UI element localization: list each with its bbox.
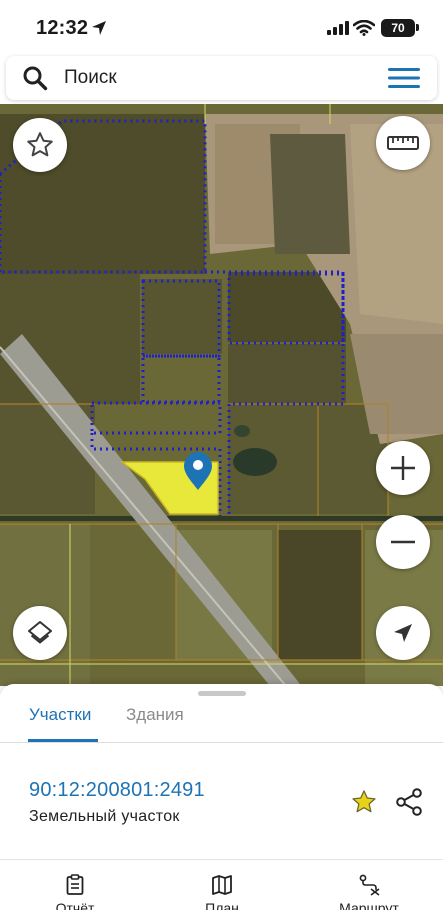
favorites-button[interactable] xyxy=(13,118,67,172)
battery-indicator: 70 xyxy=(381,19,415,37)
layers-button[interactable] xyxy=(13,606,67,660)
star-outline-icon xyxy=(27,132,53,157)
ruler-button[interactable] xyxy=(376,116,430,170)
my-location-button[interactable] xyxy=(376,606,430,660)
zoom-out-button[interactable] xyxy=(376,515,430,569)
tabs-divider xyxy=(0,742,443,743)
minus-icon xyxy=(391,540,415,544)
tab-buildings[interactable]: Здания xyxy=(126,705,184,725)
search-input[interactable] xyxy=(64,65,364,91)
satellite-map[interactable] xyxy=(0,104,443,686)
status-bar: 12:32 70 xyxy=(0,0,443,56)
zoom-in-button[interactable] xyxy=(376,441,430,495)
route-icon xyxy=(359,874,380,896)
search-icon[interactable] xyxy=(22,65,48,91)
status-time: 12:32 xyxy=(36,17,89,39)
nav-report[interactable]: Отчёт xyxy=(44,874,106,910)
wifi-icon xyxy=(353,20,375,36)
parcel-type-label: Земельный участок xyxy=(29,808,180,825)
layers-icon xyxy=(28,621,52,644)
nav-report-label: Отчёт xyxy=(55,900,95,910)
hamburger-menu-icon[interactable] xyxy=(388,66,420,90)
nav-route[interactable]: Маршрут xyxy=(328,874,410,910)
cellular-signal-icon xyxy=(327,21,349,35)
sheet-drag-handle[interactable] xyxy=(198,691,246,696)
parcel-cadastral-number[interactable]: 90:12:200801:2491 xyxy=(29,779,205,802)
nav-plan[interactable]: План xyxy=(192,874,252,910)
nav-plan-label: План xyxy=(205,900,239,910)
search-bar xyxy=(6,56,437,100)
navigation-arrow-icon xyxy=(394,624,412,642)
ruler-icon xyxy=(387,136,419,150)
tab-parcels[interactable]: Участки xyxy=(29,705,91,725)
map-view[interactable] xyxy=(0,104,443,686)
map-icon xyxy=(212,875,232,895)
report-icon xyxy=(66,874,84,895)
share-icon[interactable] xyxy=(394,787,424,817)
location-arrow-icon xyxy=(92,21,106,35)
star-icon[interactable] xyxy=(350,788,378,816)
plus-icon xyxy=(391,456,415,480)
bottom-sheet: Участки Здания 90:12:200801:2491 Земельн… xyxy=(0,684,443,910)
battery-tip xyxy=(416,24,419,31)
nav-divider xyxy=(0,859,443,860)
nav-route-label: Маршрут xyxy=(339,900,399,910)
